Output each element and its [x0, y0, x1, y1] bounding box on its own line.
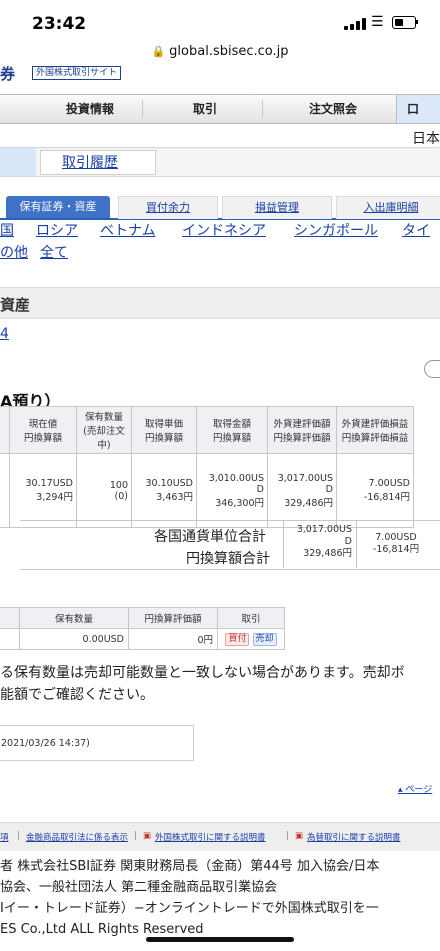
totals-eval: 3,017.00US D 329,486円 — [296, 524, 352, 559]
main-nav: 投資情報 取引 注文照会 口 — [0, 94, 440, 124]
brand-tag: 外国株式取引サイト — [32, 66, 122, 80]
timestamp: 2021/03/26 14:37) — [1, 738, 90, 749]
cash-col-trade: 取引 — [217, 607, 285, 629]
history-bar: 取引履歴 — [0, 147, 440, 177]
col-header-price: 現在値 円換算額 — [9, 406, 77, 454]
tab-pl-management[interactable]: 損益管理 — [222, 196, 332, 219]
country-link-all[interactable]: 全て — [40, 242, 68, 264]
nav-trade[interactable]: 取引 — [170, 95, 240, 123]
cash-table: 保有数量 円換算評価額 取引 0.00USD 0円 買付 売却 — [0, 607, 285, 650]
tab-transfer-details[interactable]: 入出庫明細 — [336, 196, 440, 219]
pdf-icon: ▣ — [295, 831, 304, 841]
cash-empty-cell — [0, 628, 20, 650]
tab-holdings[interactable]: 保有証券・資産 — [6, 196, 110, 218]
section-title: 資産 — [0, 296, 31, 314]
country-link-other[interactable]: の他 — [0, 242, 28, 264]
cash-qty: 0.00USD — [19, 628, 129, 650]
cost-unit-cell: 30.10USD 3,463円 — [131, 453, 197, 528]
footer-line-2: 協会、一般社団法人 第二種金融商品取引業協会 — [0, 880, 278, 895]
table-row[interactable]: 30.17USD 3,294円 100 (0) 30.10USD 3,463円 3,0… — [0, 453, 414, 528]
url-domain: global.sbisec.co.jp — [169, 44, 289, 59]
buy-button[interactable]: 買付 — [225, 632, 250, 646]
footer-line-1: 者 株式会社SBI証券 関東財務局長（金商）第44号 加入協会/日本 — [0, 859, 380, 874]
cash-header-row: 保有数量 円換算評価額 取引 — [0, 607, 285, 629]
nav-account[interactable]: 口 — [396, 95, 440, 123]
sub-tabs: 保有証券・資産 買付余力 損益管理 入出庫明細 — [0, 196, 440, 220]
status-time: 23:42 — [32, 14, 87, 34]
eval-cell: 3,017.00US D 329,486円 — [267, 453, 337, 528]
cost-total-cell: 3,010.00US D 346,300円 — [196, 453, 268, 528]
col-header-cost-total: 取得金額 円換算額 — [196, 406, 268, 454]
footer-link-1[interactable]: 項 — [0, 831, 9, 843]
nav-market-info[interactable]: 投資情報 — [50, 95, 130, 123]
footer-link-3[interactable]: 外国株式取引に関する説明書 — [155, 831, 266, 843]
signal-icon — [344, 18, 366, 30]
country-link-russia[interactable]: ロシア — [36, 220, 78, 242]
pdf-icon: ▣ — [143, 831, 152, 841]
footer-link-2[interactable]: 金融商品取引法に係る表示 — [26, 831, 128, 843]
display-toggle[interactable] — [424, 360, 440, 378]
history-left-tab[interactable] — [0, 148, 36, 176]
col-header-qty: 保有数量 (売却注文中) — [76, 406, 132, 454]
section-band: 資産 — [0, 287, 440, 319]
country-link-thailand[interactable]: タイ — [402, 220, 430, 242]
row-badge-cell — [0, 453, 10, 528]
cash-actions: 買付 売却 — [217, 628, 285, 650]
country-link-singapore[interactable]: シンガポール — [294, 220, 378, 242]
table-row: 0.00USD 0円 買付 売却 — [0, 628, 285, 650]
note-line-2: 能額でご確認ください。 — [0, 687, 154, 703]
status-bar: 23:42 ☰ — [0, 0, 440, 44]
totals-label-currency: 各国通貨単位合計 — [154, 529, 266, 545]
home-indicator[interactable] — [146, 937, 294, 942]
cash-yen: 0円 — [128, 628, 218, 650]
totals-label-yen: 円換算額合計 — [186, 551, 270, 567]
brand-strip: 券 外国株式取引サイト — [0, 63, 440, 84]
page-top-link[interactable]: ▴ ページ — [398, 782, 432, 795]
country-link-indonesia[interactable]: インドネシア — [182, 220, 266, 242]
totals-pl: 7.00USD -16,814円 — [372, 532, 420, 555]
pl-cell: 7.00USD -16,814円 — [336, 453, 414, 528]
timestamp-box: 2021/03/26 14:37) — [0, 725, 194, 761]
col-header-eval: 外貨建評価額 円換算評価額 — [267, 406, 337, 454]
country-link-vietnam[interactable]: ベトナム — [100, 220, 156, 242]
wifi-icon: ☰ — [371, 14, 384, 30]
region-label: 日本 — [412, 131, 440, 147]
country-link[interactable]: 国 — [0, 220, 14, 242]
holdings-header-row: 国I 現在値円換算額 保有数量(売却注文中) 取得単価円換算額 取得金額円換算額… — [0, 406, 414, 454]
url-bar[interactable]: 🔒 global.sbisec.co.jp — [0, 44, 440, 66]
nav-order-inquiry[interactable]: 注文照会 — [290, 95, 376, 123]
footer-link-4[interactable]: 為替取引に関する説明書 — [307, 831, 401, 843]
brand-logo[interactable]: 券 — [0, 63, 15, 84]
col-header-cost-unit: 取得単価 円換算額 — [131, 406, 197, 454]
note-line-1: る保有数量は売却可能数量と一致しない場合があります。売却ボ — [0, 665, 405, 681]
col-header-pl: 外貨建評価損益 円換算評価損益 — [336, 406, 414, 454]
tab-buying-power[interactable]: 買付余力 — [118, 196, 218, 219]
note-text: る保有数量は売却可能数量と一致しない場合があります。売却ボ 能額でご確認ください… — [0, 662, 440, 706]
cash-col-empty — [0, 607, 20, 629]
battery-icon — [392, 16, 416, 29]
footer-text: 者 株式会社SBI証券 関東財務局長（金商）第44号 加入協会/日本 協会、一般… — [0, 856, 440, 940]
history-link[interactable]: 取引履歴 — [62, 152, 118, 172]
nav-account-label: 口 — [407, 102, 420, 116]
battery-tip — [416, 20, 418, 24]
lock-icon: 🔒 — [151, 45, 166, 58]
qty-cell: 100 (0) — [76, 453, 132, 528]
price-cell: 30.17USD 3,294円 — [9, 453, 77, 528]
footer-line-3: Iイー・トレード証券）−オンライントレードで外国株式取引を一 — [0, 901, 379, 916]
footer-links: 項 | 金融商品取引法に係る表示 | ▣ 外国株式取引に関する説明書 | ▣ 為… — [0, 822, 440, 851]
holdings-table: 国I 現在値円換算額 保有数量(売却注文中) 取得単価円換算額 取得金額円換算額… — [0, 406, 414, 528]
sell-button[interactable]: 売却 — [252, 632, 277, 646]
cash-col-yen: 円換算評価額 — [128, 607, 218, 629]
cash-col-qty: 保有数量 — [19, 607, 129, 629]
col-header-country: 国I — [0, 406, 10, 454]
section-link[interactable]: 4 — [0, 326, 9, 342]
